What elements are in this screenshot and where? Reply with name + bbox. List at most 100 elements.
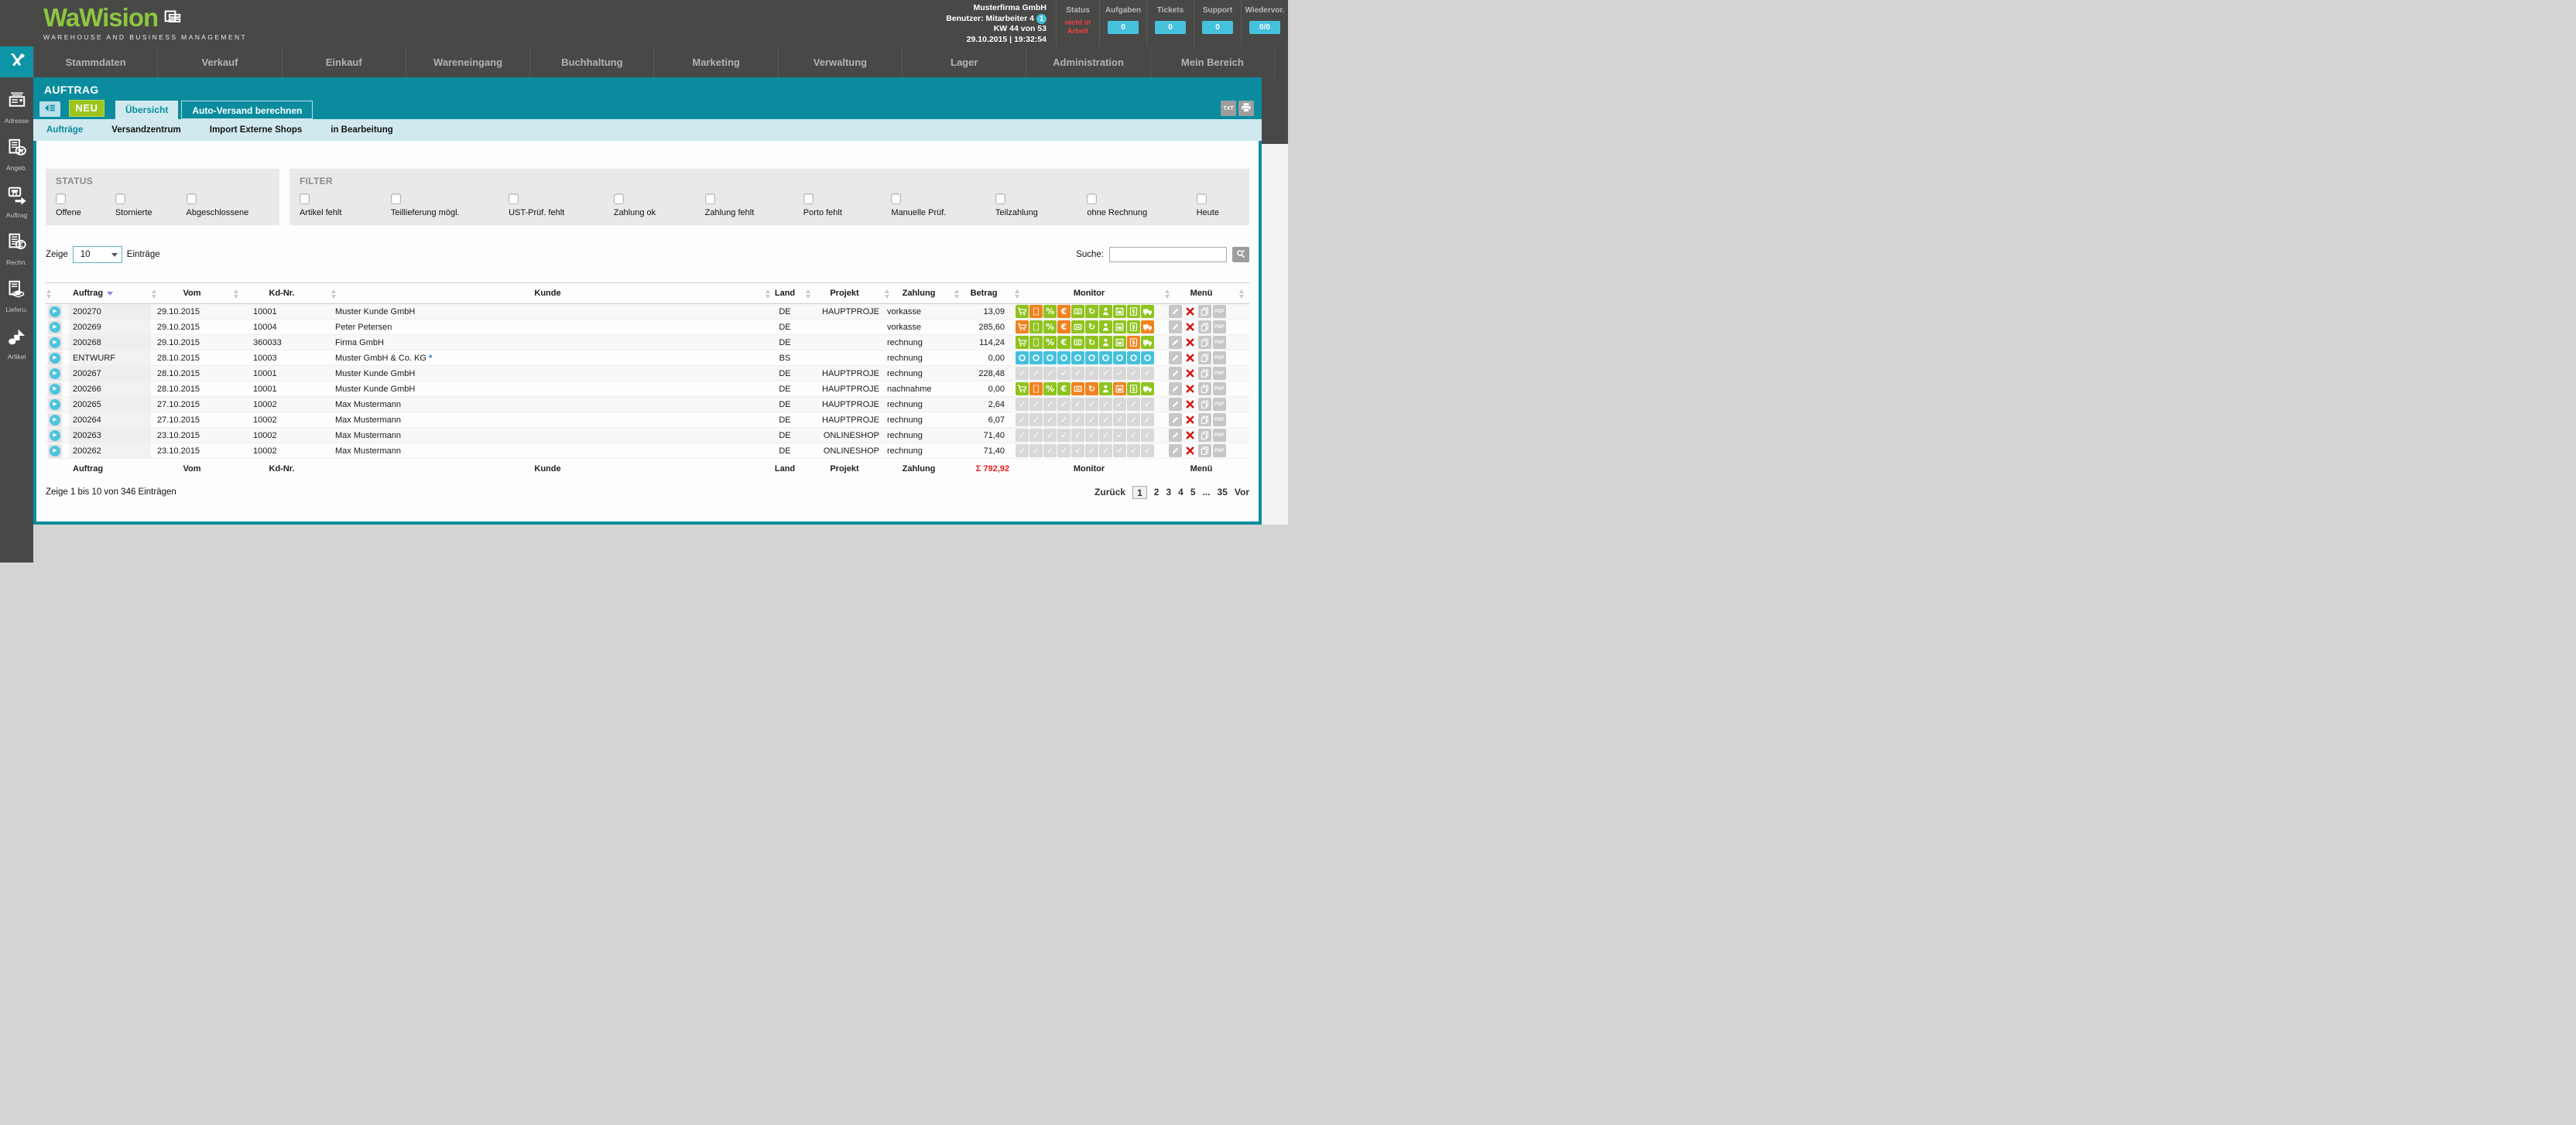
truck-icon[interactable] (1141, 336, 1154, 349)
person-icon[interactable] (1099, 382, 1112, 395)
person-icon[interactable] (1099, 336, 1112, 349)
pdf-icon[interactable]: PDF (1213, 320, 1226, 333)
check-icon[interactable]: ✓ (1071, 413, 1084, 426)
tickets-count-badge[interactable]: 0 (1155, 21, 1186, 34)
check-icon[interactable]: ✓ (1141, 367, 1154, 380)
edit-icon[interactable] (1169, 382, 1182, 395)
support-count-badge[interactable]: 0 (1202, 21, 1233, 34)
edit-icon[interactable] (1169, 305, 1182, 318)
edit-icon[interactable] (1169, 351, 1182, 364)
check-icon[interactable]: ✓ (1099, 413, 1112, 426)
column-header-land[interactable]: Land (765, 283, 805, 304)
check-icon[interactable]: ✓ (1071, 398, 1084, 411)
page-size-select[interactable]: 10 (73, 246, 122, 263)
check-icon[interactable]: ✓ (1113, 398, 1126, 411)
subtab-auftraege[interactable]: Aufträge (46, 125, 83, 135)
aufgaben-count-badge[interactable]: 0 (1108, 21, 1139, 34)
percent-icon[interactable]: % (1043, 382, 1057, 395)
column-header-auftrag[interactable]: Auftrag (69, 283, 151, 304)
txt-export-button[interactable]: TXT (1221, 101, 1236, 116)
check-icon[interactable]: ✓ (1099, 398, 1112, 411)
edit-icon[interactable] (1169, 398, 1182, 411)
filter-stornierte[interactable]: Stornierte (115, 193, 152, 217)
sidebar-item-lieferung[interactable]: Lieferu. (0, 279, 33, 313)
pagination-page-5[interactable]: 5 (1190, 487, 1196, 498)
nav-item-verkauf[interactable]: Verkauf (157, 46, 281, 77)
percent-icon[interactable]: % (1043, 320, 1057, 333)
sort-arrows[interactable] (46, 289, 51, 299)
check-icon[interactable]: ✓ (1071, 367, 1084, 380)
stamp-icon[interactable] (1029, 305, 1043, 318)
euro-icon[interactable]: € (1057, 336, 1070, 349)
ring-icon[interactable] (1099, 351, 1112, 364)
delete-icon[interactable] (1184, 429, 1197, 442)
stamp-icon[interactable] (1029, 336, 1043, 349)
euro-icon[interactable]: € (1057, 320, 1070, 333)
delete-icon[interactable] (1184, 444, 1197, 457)
search-input[interactable] (1109, 247, 1227, 262)
checkbox-zahlung-ok[interactable] (614, 193, 624, 204)
delete-icon[interactable] (1184, 305, 1197, 318)
check-icon[interactable]: ✓ (1043, 444, 1057, 457)
nav-item-mein-bereich[interactable]: Mein Bereich (1150, 46, 1274, 77)
pagination-page-last[interactable]: 35 (1218, 487, 1228, 498)
expand-order-button[interactable]: ▶ (48, 336, 62, 350)
nav-item-buchhaltung[interactable]: Buchhaltung (529, 46, 653, 77)
check-icon[interactable]: ✓ (1057, 429, 1070, 442)
sort-arrows[interactable] (954, 289, 959, 299)
sidebar-item-auftrag[interactable]: Auftrag (0, 185, 33, 219)
expand-order-button[interactable]: ▶ (48, 351, 62, 365)
ring-icon[interactable] (1127, 351, 1140, 364)
percent-icon[interactable]: % (1043, 305, 1057, 318)
edit-icon[interactable] (1169, 444, 1182, 457)
column-header-kdnr[interactable]: Kd-Nr. (233, 283, 331, 304)
copy-icon[interactable] (1198, 351, 1211, 364)
checkbox-stornierte[interactable] (115, 193, 125, 204)
check-icon[interactable]: ✓ (1113, 367, 1126, 380)
ring-icon[interactable] (1043, 351, 1057, 364)
check-icon[interactable]: ✓ (1016, 413, 1029, 426)
sort-arrows[interactable] (1165, 289, 1170, 299)
check-icon[interactable]: ✓ (1057, 413, 1070, 426)
checkbox-heute[interactable] (1197, 193, 1207, 204)
card-icon[interactable] (1071, 305, 1084, 318)
calendar-icon[interactable] (1113, 320, 1126, 333)
ring-icon[interactable] (1141, 351, 1154, 364)
print-button[interactable] (1238, 101, 1254, 116)
check-icon[interactable]: ✓ (1085, 398, 1098, 411)
filter-porto-fehlt[interactable]: Porto fehlt (803, 193, 842, 217)
sort-arrows[interactable] (806, 289, 810, 299)
nav-item-wareneingang[interactable]: Wareneingang (406, 46, 529, 77)
checkbox-teilzahlung[interactable] (995, 193, 1005, 204)
expand-order-button[interactable]: ▶ (48, 367, 62, 381)
check-icon[interactable]: ✓ (1085, 429, 1098, 442)
filter-ust-pruef[interactable]: UST-Prüf. fehlt (509, 193, 564, 217)
ring-icon[interactable] (1113, 351, 1126, 364)
sort-arrows[interactable] (885, 289, 889, 299)
collapse-menu-button[interactable] (39, 101, 60, 117)
check-icon[interactable]: ✓ (1029, 398, 1043, 411)
stamp-icon[interactable] (1029, 382, 1043, 395)
check-icon[interactable]: ✓ (1043, 398, 1057, 411)
check-icon[interactable]: ✓ (1141, 398, 1154, 411)
checkbox-teillieferung[interactable] (391, 193, 401, 204)
pdf-icon[interactable]: PDF (1213, 367, 1226, 380)
check-icon[interactable]: ✓ (1043, 413, 1057, 426)
check-icon[interactable]: ✓ (1085, 444, 1098, 457)
refresh-icon[interactable]: ↻ (1085, 305, 1098, 318)
neu-button[interactable]: NEU (69, 100, 104, 117)
filter-heute[interactable]: Heute (1197, 193, 1219, 217)
filter-teillieferung[interactable]: Teillieferung mögl. (391, 193, 460, 217)
sidebar-item-rechnung[interactable]: € Rechn. (0, 232, 33, 266)
search-button[interactable] (1232, 247, 1249, 262)
truck-icon[interactable] (1141, 305, 1154, 318)
expand-order-button[interactable]: ▶ (48, 444, 62, 458)
pagination-prev[interactable]: Zurück (1094, 487, 1125, 498)
refresh-icon[interactable]: ↻ (1085, 336, 1098, 349)
filter-artikel-fehlt[interactable]: Artikel fehlt (300, 193, 341, 217)
checkbox-offene[interactable] (56, 193, 66, 204)
user-count-badge[interactable]: 1 (1036, 14, 1046, 24)
column-header-betrag[interactable]: Betrag (954, 283, 1014, 304)
column-header-monitor[interactable]: Monitor (1014, 283, 1164, 304)
expand-order-button[interactable]: ▶ (48, 320, 62, 334)
